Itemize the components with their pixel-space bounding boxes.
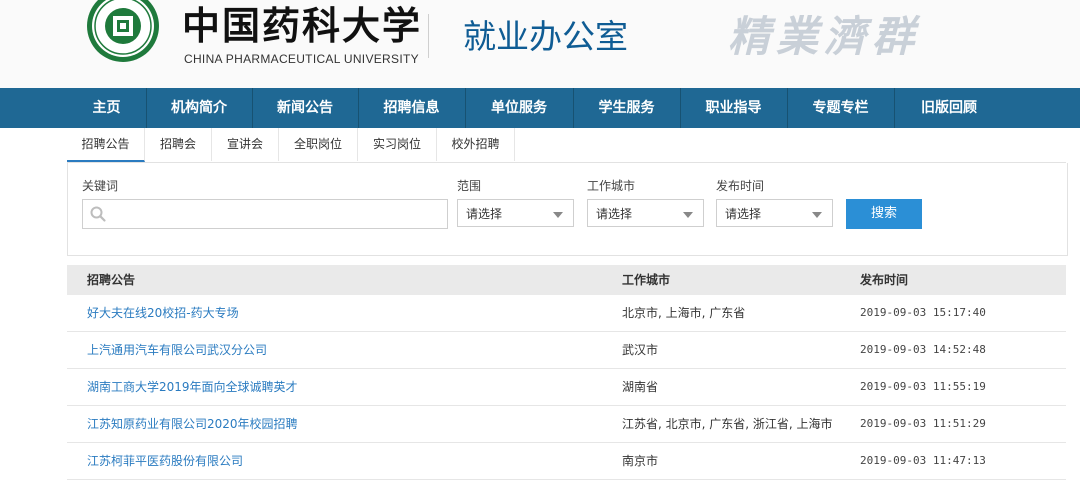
row-title-link[interactable]: 好大夫在线20校招-药大专场 <box>87 295 239 331</box>
search-icon <box>90 206 106 222</box>
row-time: 2019-09-03 11:55:19 <box>860 380 986 393</box>
nav-item-home[interactable]: 主页 <box>67 88 146 128</box>
main-nav: 主页 机构简介 新闻公告 招聘信息 单位服务 学生服务 职业指导 专题专栏 旧版… <box>0 88 1080 128</box>
table-row: 江苏知原药业有限公司2020年校园招聘 江苏省, 北京市, 广东省, 浙江省, … <box>67 406 1066 443</box>
date-select-value: 请选择 <box>725 207 762 221</box>
nav-item-news[interactable]: 新闻公告 <box>252 88 358 128</box>
recruitment-subtabs: 招聘公告 招聘会 宣讲会 全职岗位 实习岗位 校外招聘 <box>67 128 1066 163</box>
search-button[interactable]: 搜索 <box>846 199 922 229</box>
site-header: 中国药科大学 CHINA PHARMACEUTICAL UNIVERSITY 就… <box>0 0 1080 88</box>
city-select-value: 请选择 <box>596 207 633 221</box>
date-select[interactable]: 请选择 <box>716 199 833 227</box>
header-divider <box>428 14 429 58</box>
row-title-link[interactable]: 湖南工商大学2019年面向全球诚聘英才 <box>87 369 298 405</box>
university-name-cn: 中国药科大学 <box>182 3 423 48</box>
tab-info-sessions[interactable]: 宣讲会 <box>212 128 279 161</box>
row-title-link[interactable]: 江苏知原药业有限公司2020年校园招聘 <box>87 406 298 442</box>
column-header-time: 发布时间 <box>860 273 909 287</box>
tab-full-time-jobs[interactable]: 全职岗位 <box>279 128 358 161</box>
row-time: 2019-09-03 11:51:29 <box>860 417 986 430</box>
nav-item-old-version[interactable]: 旧版回顾 <box>894 88 1004 128</box>
table-header: 招聘公告 工作城市 发布时间 <box>67 265 1066 295</box>
keyword-label: 关键词 <box>82 179 119 193</box>
row-time: 2019-09-03 15:17:40 <box>860 306 986 319</box>
university-seal-logo[interactable] <box>84 0 162 62</box>
chevron-down-icon <box>553 212 563 218</box>
scope-select[interactable]: 请选择 <box>457 199 574 227</box>
table-row: 好大夫在线20校招-药大专场 北京市, 上海市, 广东省 2019-09-03 … <box>67 295 1066 332</box>
nav-item-recruitment[interactable]: 招聘信息 <box>358 88 465 128</box>
row-city: 南京市 <box>622 454 659 468</box>
city-label: 工作城市 <box>587 179 636 193</box>
row-time: 2019-09-03 14:52:48 <box>860 343 986 356</box>
search-filter-panel: 关键词 范围 请选择 工作城市 请选择 发布时间 请选择 搜索 <box>67 163 1068 256</box>
row-city: 湖南省 <box>622 380 659 394</box>
nav-item-special-topics[interactable]: 专题专栏 <box>787 88 894 128</box>
nav-item-career-guidance[interactable]: 职业指导 <box>680 88 787 128</box>
scope-label: 范围 <box>457 179 482 193</box>
date-label: 发布时间 <box>716 179 765 193</box>
university-name-en: CHINA PHARMACEUTICAL UNIVERSITY <box>184 52 419 66</box>
nav-item-student-services[interactable]: 学生服务 <box>573 88 680 128</box>
nav-item-about[interactable]: 机构简介 <box>146 88 252 128</box>
tab-recruitment-notices[interactable]: 招聘公告 <box>67 128 145 162</box>
scope-select-value: 请选择 <box>466 207 503 221</box>
nav-item-employer-services[interactable]: 单位服务 <box>465 88 573 128</box>
row-city: 武汉市 <box>622 343 659 357</box>
row-city: 北京市, 上海市, 广东省 <box>622 306 746 320</box>
row-city: 江苏省, 北京市, 广东省, 浙江省, 上海市 <box>622 417 833 431</box>
row-title-link[interactable]: 江苏柯菲平医药股份有限公司 <box>87 443 243 479</box>
table-row: 江苏柯菲平医药股份有限公司 南京市 2019-09-03 11:47:13 <box>67 443 1066 480</box>
table-row: 上汽通用汽车有限公司武汉分公司 武汉市 2019-09-03 14:52:48 <box>67 332 1066 369</box>
chevron-down-icon <box>812 212 822 218</box>
keyword-input[interactable] <box>82 199 448 229</box>
office-title: 就业办公室 <box>463 17 628 56</box>
tab-external-recruitment[interactable]: 校外招聘 <box>437 128 515 161</box>
table-row: 湖南工商大学2019年面向全球诚聘英才 湖南省 2019-09-03 11:55… <box>67 369 1066 406</box>
motto-calligraphy: 精業濟群 <box>728 12 921 61</box>
column-header-city: 工作城市 <box>622 273 671 287</box>
column-header-title: 招聘公告 <box>87 273 136 287</box>
row-title-link[interactable]: 上汽通用汽车有限公司武汉分公司 <box>87 332 267 368</box>
recruitment-table: 招聘公告 工作城市 发布时间 好大夫在线20校招-药大专场 北京市, 上海市, … <box>67 265 1066 480</box>
chevron-down-icon <box>683 212 693 218</box>
tab-internships[interactable]: 实习岗位 <box>358 128 437 161</box>
city-select[interactable]: 请选择 <box>587 199 704 227</box>
row-time: 2019-09-03 11:47:13 <box>860 454 986 467</box>
tab-job-fairs[interactable]: 招聘会 <box>145 128 212 161</box>
